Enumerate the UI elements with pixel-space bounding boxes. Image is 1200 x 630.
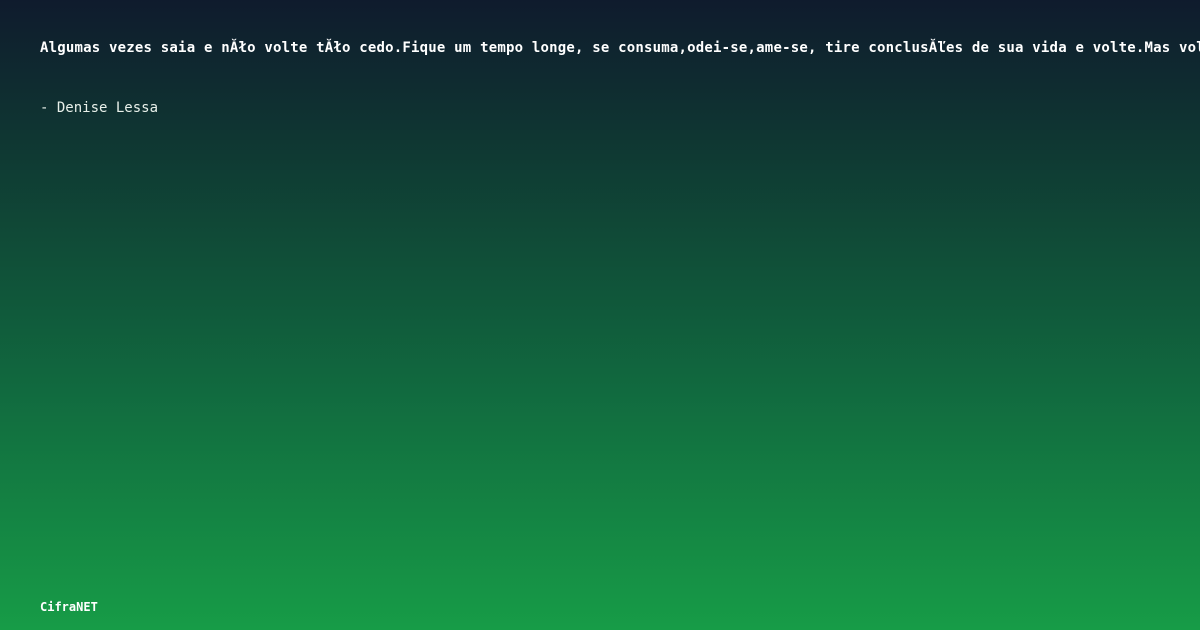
brand-logo-text: CifraNET (40, 600, 98, 614)
quote-text: Algumas vezes saia e nĂło volte tĂło ced… (40, 40, 1200, 56)
quote-author: - Denise Lessa (40, 100, 159, 116)
